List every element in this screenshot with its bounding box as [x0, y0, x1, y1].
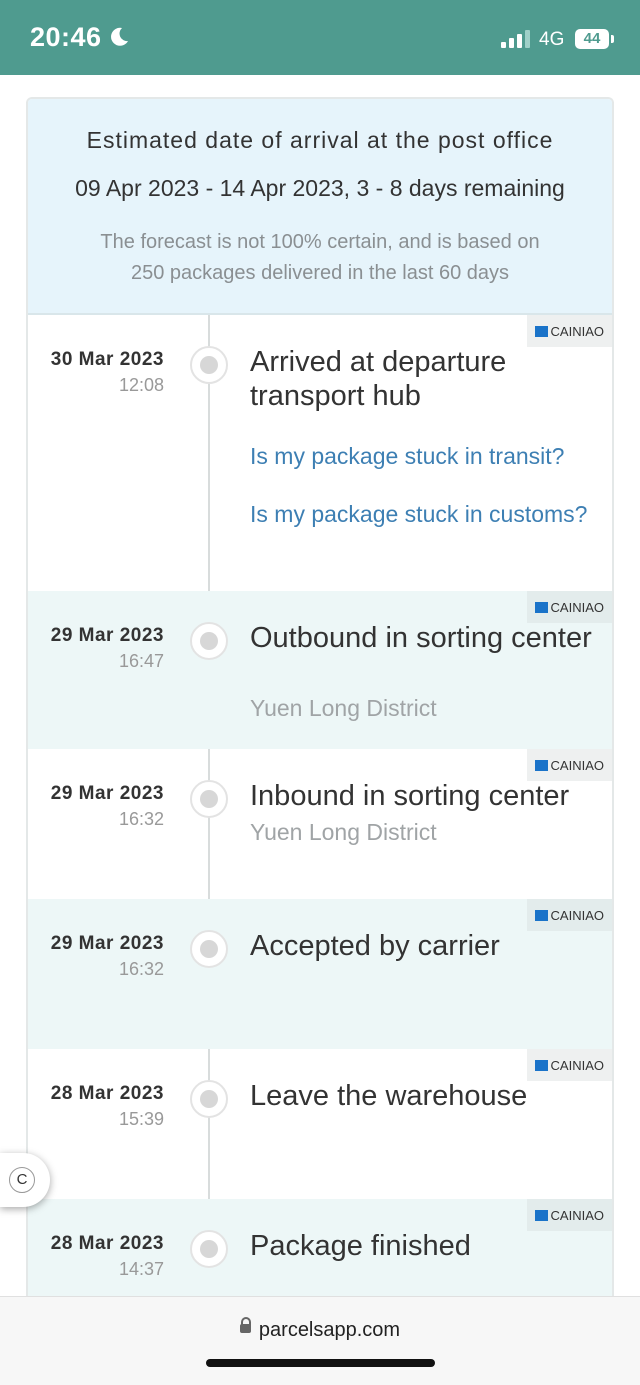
network-label: 4G: [539, 29, 565, 50]
timeline-dot: [190, 346, 228, 384]
browser-address-bar[interactable]: parcelsapp.com: [0, 1296, 640, 1385]
carrier-badge: CAINIAO: [526, 899, 612, 931]
event-date: 28 Mar 2023: [50, 1083, 164, 1104]
event-title: Accepted by carrier: [250, 930, 500, 962]
lock-icon: [239, 1317, 251, 1334]
timeline-event: CAINIAO 29 Mar 2023 16:47 Outbound in so…: [28, 591, 612, 749]
event-title: Outbound in sorting center: [250, 622, 592, 654]
home-indicator[interactable]: [206, 1359, 435, 1367]
cainiao-logo-icon: [534, 601, 548, 613]
timeline-event: CAINIAO 29 Mar 2023 16:32 Inbound in sor…: [28, 749, 612, 899]
eta-panel: Estimated date of arrival at the post of…: [28, 99, 612, 315]
cainiao-logo-icon: [534, 325, 548, 337]
moon-icon: [111, 27, 128, 46]
event-time: 14:37: [118, 1259, 164, 1279]
timeline-event: CAINIAO 29 Mar 2023 16:32 Accepted by ca…: [28, 899, 612, 1049]
event-date: 28 Mar 2023: [50, 1233, 164, 1254]
event-time: 16:47: [118, 651, 164, 671]
battery-icon: 44: [575, 29, 609, 49]
carrier-badge: CAINIAO: [526, 1199, 612, 1231]
eta-title: Estimated date of arrival at the post of…: [86, 127, 554, 153]
event-date: 29 Mar 2023: [50, 783, 164, 804]
cainiao-logo-icon: [534, 1059, 548, 1071]
timeline-dot: [190, 780, 228, 818]
signal-icon: [501, 30, 530, 48]
status-time: 20:46: [30, 22, 102, 52]
event-title: Leave the warehouse: [250, 1080, 528, 1112]
timeline-event: CAINIAO 28 Mar 2023 15:39 Leave the ware…: [28, 1049, 612, 1199]
event-time: 12:08: [118, 375, 164, 395]
timeline-event: CAINIAO 30 Mar 2023 12:08 Arrived at dep…: [28, 315, 612, 591]
carrier-badge: CAINIAO: [526, 749, 612, 781]
timeline-dot: [190, 1080, 228, 1118]
stuck-in-transit-link[interactable]: Is my package stuck in transit?: [250, 439, 600, 473]
event-date: 30 Mar 2023: [50, 349, 164, 370]
stuck-in-customs-link[interactable]: Is my package stuck in customs?: [250, 497, 600, 531]
battery-tip: [611, 35, 614, 43]
event-time: 16:32: [118, 959, 164, 979]
floating-button-label: C: [9, 1167, 35, 1193]
event-date: 29 Mar 2023: [50, 933, 164, 954]
url-text: parcelsapp.com: [258, 1319, 401, 1341]
event-location: Yuen Long District: [250, 819, 437, 845]
carrier-badge: CAINIAO: [526, 591, 612, 623]
event-location: Yuen Long District: [250, 695, 437, 721]
status-bar: 20:46 4G 44: [0, 0, 640, 75]
event-title: Arrived at departure transport hub: [250, 346, 507, 412]
timeline-dot: [190, 930, 228, 968]
carrier-badge: CAINIAO: [526, 315, 612, 347]
tracking-card: Estimated date of arrival at the post of…: [26, 97, 614, 1312]
eta-range: 09 Apr 2023 - 14 Apr 2023, 3 - 8 days re…: [75, 175, 565, 201]
cainiao-logo-icon: [534, 759, 548, 771]
eta-note: The forecast is not 100% certain, and is…: [100, 231, 540, 284]
event-title: Inbound in sorting center: [250, 780, 570, 812]
cainiao-logo-icon: [534, 1209, 548, 1221]
event-date: 29 Mar 2023: [50, 625, 164, 646]
timeline-dot: [190, 622, 228, 660]
cainiao-logo-icon: [534, 909, 548, 921]
event-time: 15:39: [118, 1109, 164, 1129]
timeline-dot: [190, 1230, 228, 1268]
event-time: 16:32: [118, 809, 164, 829]
url-display[interactable]: parcelsapp.com: [0, 1317, 640, 1342]
event-title: Package finished: [250, 1230, 471, 1262]
carrier-badge: CAINIAO: [526, 1049, 612, 1081]
